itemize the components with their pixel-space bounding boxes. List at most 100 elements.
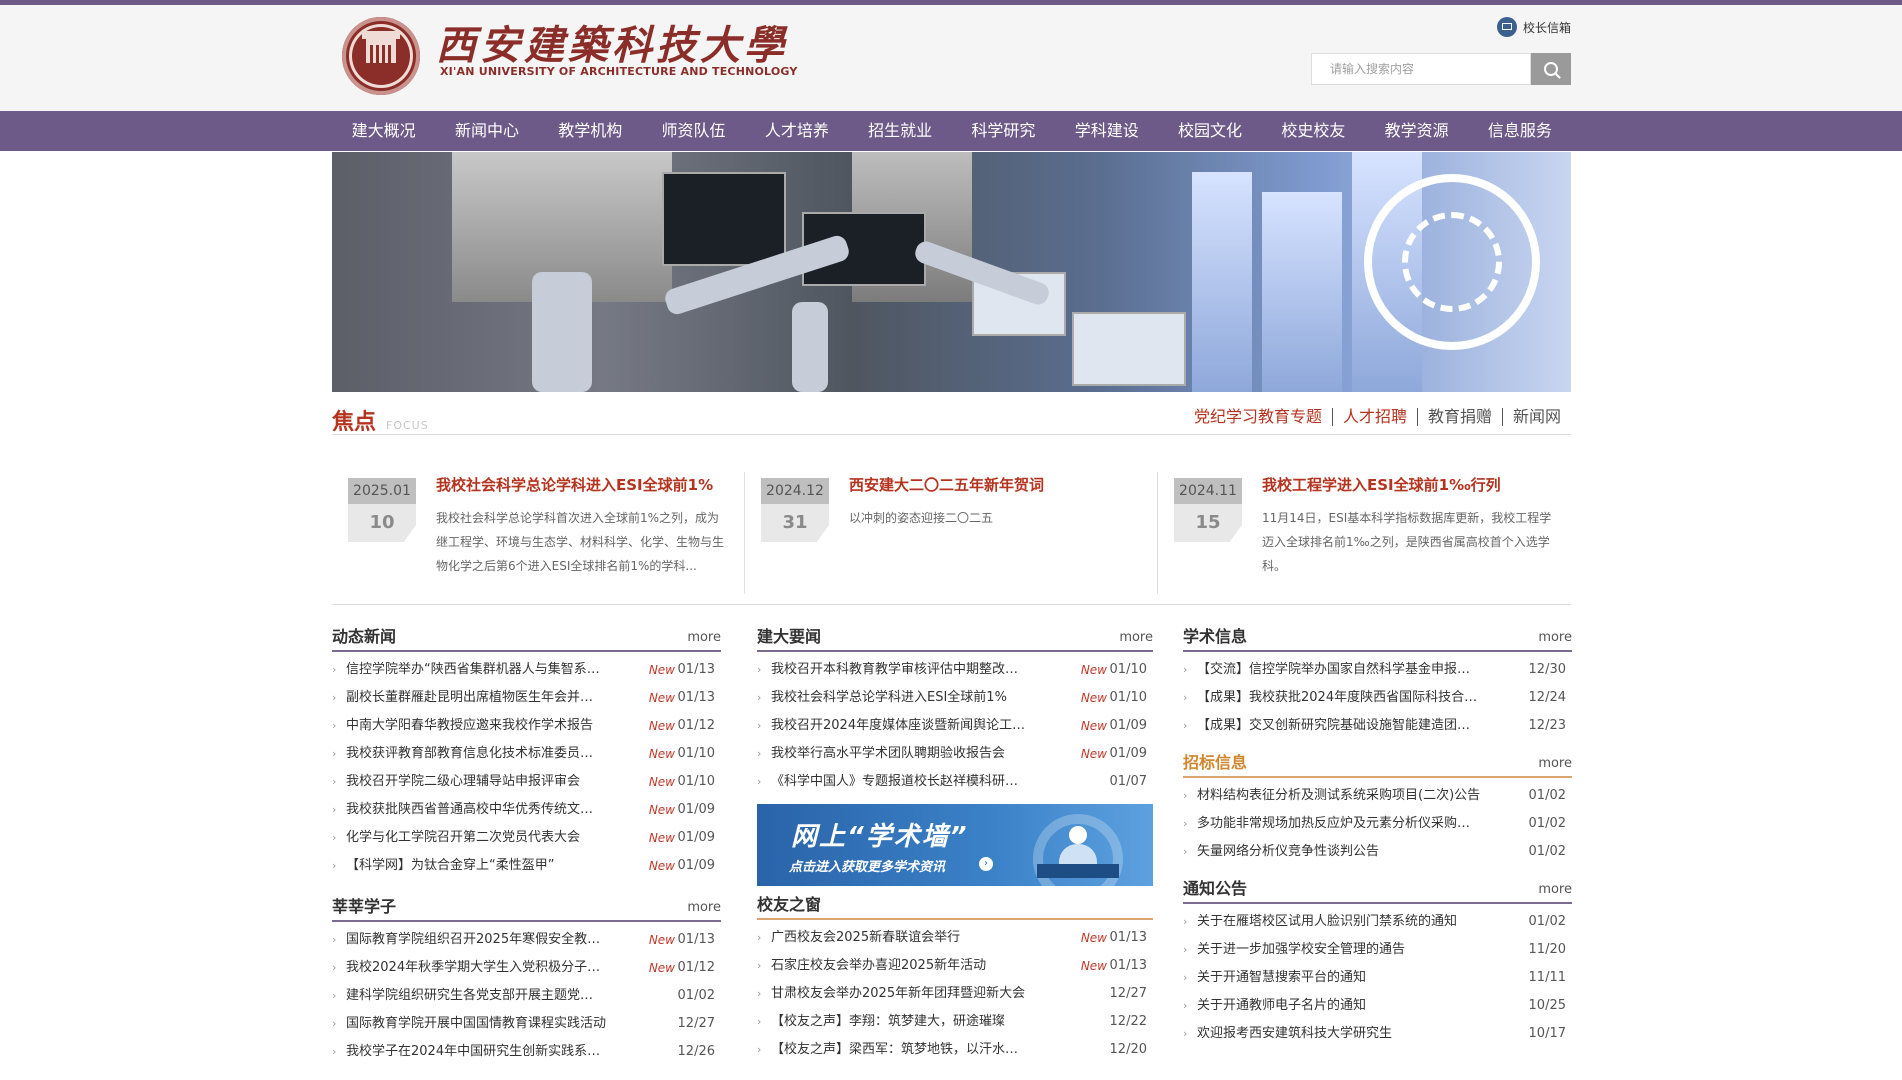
list-item[interactable]: › 《科学中国人》专题报道校长赵祥模科研团队成果 01/07 xyxy=(757,768,1153,796)
list-item[interactable]: › 我校召开本科教育教学审核评估中期整改工作推进会 New01/10 xyxy=(757,656,1153,684)
list-item[interactable]: › 我校社会科学总论学科进入ESI全球前1% New 01/10 xyxy=(757,684,1153,712)
list-item-title[interactable]: 信控学院举办“陕西省集群机器人与集智系统创新大赛” xyxy=(346,656,606,684)
nav-item-teaching-resources[interactable]: 教学资源 xyxy=(1365,111,1468,151)
list-item[interactable]: › 关于进一步加强学校安全管理的通告 11/20 xyxy=(1183,936,1572,964)
list-item-title[interactable]: 材料结构表征分析及测试系统采购项目(二次)公告 xyxy=(1197,782,1482,810)
list-item[interactable]: › 【校友之声】李翔：筑梦建大，研途璀璨 12/22 xyxy=(757,1008,1153,1036)
list-item[interactable]: › 【成果】交叉创新研究院基础设施智能建造团队成果 12/23 xyxy=(1183,712,1572,740)
focus-card[interactable]: 2024.11 15 我校工程学进入ESI全球前1‰行列 11月14日，ESI基… xyxy=(1158,470,1571,594)
more-link[interactable]: more xyxy=(687,630,721,645)
list-item[interactable]: › 【校友之声】梁西军：筑梦地铁，以汗水浇灌成长 12/20 xyxy=(757,1036,1153,1064)
focus-card-title[interactable]: 我校社会科学总论学科进入ESI全球前1% xyxy=(436,474,726,495)
list-item-title[interactable]: 我校召开2024年度媒体座谈暨新闻舆论工作表彰会 xyxy=(771,712,1031,740)
list-item[interactable]: › 建科学院组织研究生各党支部开展主题党日活动 01/02 xyxy=(332,982,721,1010)
list-item-title[interactable]: 我校召开学院二级心理辅导站申报评审会 xyxy=(346,768,606,796)
list-item[interactable]: › 副校长董群雁赴昆明出席植物医生年会并作报告 New 01/13 xyxy=(332,684,721,712)
list-item-title[interactable]: 国际教育学院开展中国国情教育课程实践活动 xyxy=(346,1010,606,1038)
list-item-title[interactable]: 【交流】信控学院举办国家自然科学基金申报交流会 xyxy=(1197,656,1482,684)
list-item-title[interactable]: 【成果】交叉创新研究院基础设施智能建造团队成果 xyxy=(1197,712,1482,740)
list-item-title[interactable]: 中南大学阳春华教授应邀来我校作学术报告 xyxy=(346,712,606,740)
list-item[interactable]: › 我校获评教育部教育信息化技术标准委员会优秀单位 New01/10 xyxy=(332,740,721,768)
list-item[interactable]: › 国际教育学院开展中国国情教育课程实践活动 12/27 xyxy=(332,1010,721,1038)
list-item[interactable]: › 石家庄校友会举办喜迎2025新年活动 New 01/13 xyxy=(757,952,1153,980)
more-link[interactable]: more xyxy=(1119,630,1153,645)
list-item[interactable]: › 我校学子在2024年中国研究生创新实践系列大赛中获佳绩 12/26 xyxy=(332,1038,721,1066)
list-item-title[interactable]: 欢迎报考西安建筑科技大学研究生 xyxy=(1197,1020,1482,1048)
list-item-title[interactable]: 副校长董群雁赴昆明出席植物医生年会并作报告 xyxy=(346,684,606,712)
nav-item-history-alumni[interactable]: 校史校友 xyxy=(1262,111,1365,151)
academic-wall-banner[interactable]: 网上“学术墙” 点击进入获取更多学术资讯 › xyxy=(757,804,1153,886)
list-item[interactable]: › 关于开通教师电子名片的通知 10/25 xyxy=(1183,992,1572,1020)
list-item-title[interactable]: 多功能非常规场加热反应炉及元素分析仪采购公告 xyxy=(1197,810,1482,838)
more-link[interactable]: more xyxy=(1538,882,1572,897)
list-item-title[interactable]: 我校获评教育部教育信息化技术标准委员会优秀单位 xyxy=(346,740,606,768)
list-item-title[interactable]: 化学与化工学院召开第二次党员代表大会 xyxy=(346,824,606,852)
list-item-title[interactable]: 我校2024年秋季学期大学生入党积极分子培训班结业 xyxy=(346,954,606,982)
list-item[interactable]: › 欢迎报考西安建筑科技大学研究生 10/17 xyxy=(1183,1020,1572,1048)
more-link[interactable]: more xyxy=(1538,630,1572,645)
list-item-title[interactable]: 甘肃校友会举办2025年新年团拜暨迎新大会 xyxy=(771,980,1031,1008)
nav-item-talent-cultivation[interactable]: 人才培养 xyxy=(745,111,848,151)
list-item-title[interactable]: 广西校友会2025新春联谊会举行 xyxy=(771,924,1031,952)
focus-card[interactable]: 2025.01 10 我校社会科学总论学科进入ESI全球前1% 我校社会科学总论… xyxy=(332,470,745,594)
list-item[interactable]: › 【科学网】为钛合金穿上“柔性盔甲” New 01/09 xyxy=(332,852,721,880)
quick-link-party-education[interactable]: 党纪学习教育专题 xyxy=(1184,408,1332,426)
list-item-title[interactable]: 我校召开本科教育教学审核评估中期整改工作推进会 xyxy=(771,656,1031,684)
list-item[interactable]: › 关于开通智慧搜索平台的通知 11/11 xyxy=(1183,964,1572,992)
nav-item-research[interactable]: 科学研究 xyxy=(952,111,1055,151)
list-item-title[interactable]: 我校获批陕西省普通高校中华优秀传统文化传承基地 xyxy=(346,796,606,824)
more-link[interactable]: more xyxy=(687,900,721,915)
list-item-title[interactable]: 【科学网】为钛合金穿上“柔性盔甲” xyxy=(346,852,606,880)
list-item[interactable]: › 信控学院举办“陕西省集群机器人与集智系统创新大赛” New01/13 xyxy=(332,656,721,684)
list-item-title[interactable]: 【校友之声】李翔：筑梦建大，研途璀璨 xyxy=(771,1008,1031,1036)
list-item-title[interactable]: 国际教育学院组织召开2025年寒假安全教育主题班会 xyxy=(346,926,606,954)
list-item[interactable]: › 我校举行高水平学术团队聘期验收报告会 New 01/09 xyxy=(757,740,1153,768)
nav-item-admissions[interactable]: 招生就业 xyxy=(848,111,951,151)
list-item-title[interactable]: 关于进一步加强学校安全管理的通告 xyxy=(1197,936,1482,964)
list-item[interactable]: › 甘肃校友会举办2025年新年团拜暨迎新大会 12/27 xyxy=(757,980,1153,1008)
list-item-title[interactable]: 关于开通教师电子名片的通知 xyxy=(1197,992,1482,1020)
focus-card-title[interactable]: 我校工程学进入ESI全球前1‰行列 xyxy=(1262,474,1552,495)
nav-item-overview[interactable]: 建大概况 xyxy=(332,111,435,151)
list-item-title[interactable]: 我校学子在2024年中国研究生创新实践系列大赛中获佳绩 xyxy=(346,1038,606,1066)
nav-item-campus-culture[interactable]: 校园文化 xyxy=(1158,111,1261,151)
list-item[interactable]: › 关于在雁塔校区试用人脸识别门禁系统的通知 01/02 xyxy=(1183,908,1572,936)
nav-item-info-services[interactable]: 信息服务 xyxy=(1468,111,1571,151)
list-item[interactable]: › 国际教育学院组织召开2025年寒假安全教育主题班会 New01/13 xyxy=(332,926,721,954)
list-item-title[interactable]: 矢量网络分析仪竞争性谈判公告 xyxy=(1197,838,1482,866)
focus-card[interactable]: 2024.12 31 西安建大二〇二五年新年贺词 以冲刺的姿态迎接二〇二五 xyxy=(745,470,1158,594)
list-item-title[interactable]: 石家庄校友会举办喜迎2025新年活动 xyxy=(771,952,1031,980)
list-item[interactable]: › 中南大学阳春华教授应邀来我校作学术报告 New 01/12 xyxy=(332,712,721,740)
list-item[interactable]: › 我校获批陕西省普通高校中华优秀传统文化传承基地 New01/09 xyxy=(332,796,721,824)
list-item-title[interactable]: 《科学中国人》专题报道校长赵祥模科研团队成果 xyxy=(771,768,1031,796)
nav-item-news-center[interactable]: 新闻中心 xyxy=(435,111,538,151)
list-item-title[interactable]: 【成果】我校获批2024年度陕西省国际科技合作基地 xyxy=(1197,684,1482,712)
quick-link-recruitment[interactable]: 人才招聘 xyxy=(1331,408,1417,426)
list-item[interactable]: › 【交流】信控学院举办国家自然科学基金申报交流会 12/30 xyxy=(1183,656,1572,684)
nav-item-disciplines[interactable]: 学科建设 xyxy=(1055,111,1158,151)
hero-banner[interactable] xyxy=(332,152,1571,392)
list-item-title[interactable]: 关于开通智慧搜索平台的通知 xyxy=(1197,964,1482,992)
quick-link-news-site[interactable]: 新闻网 xyxy=(1501,408,1571,426)
list-item[interactable]: › 我校召开学院二级心理辅导站申报评审会 New 01/10 xyxy=(332,768,721,796)
list-item-title[interactable]: 关于在雁塔校区试用人脸识别门禁系统的通知 xyxy=(1197,908,1482,936)
focus-card-title[interactable]: 西安建大二〇二五年新年贺词 xyxy=(849,474,1139,495)
list-item[interactable]: › 矢量网络分析仪竞争性谈判公告 01/02 xyxy=(1183,838,1572,866)
list-item[interactable]: › 材料结构表征分析及测试系统采购项目(二次)公告 01/02 xyxy=(1183,782,1572,810)
nav-item-faculty[interactable]: 师资队伍 xyxy=(642,111,745,151)
list-item[interactable]: › 化学与化工学院召开第二次党员代表大会 New 01/09 xyxy=(332,824,721,852)
list-item[interactable]: › 我校2024年秋季学期大学生入党积极分子培训班结业 New01/12 xyxy=(332,954,721,982)
search-input[interactable] xyxy=(1311,53,1531,85)
search-button[interactable] xyxy=(1531,53,1571,85)
principal-mailbox-link[interactable]: 校长信箱 xyxy=(1496,17,1571,37)
list-item-title[interactable]: 我校社会科学总论学科进入ESI全球前1% xyxy=(771,684,1031,712)
list-item-title[interactable]: 我校举行高水平学术团队聘期验收报告会 xyxy=(771,740,1031,768)
list-item[interactable]: › 【成果】我校获批2024年度陕西省国际科技合作基地 12/24 xyxy=(1183,684,1572,712)
list-item[interactable]: › 广西校友会2025新春联谊会举行 New 01/13 xyxy=(757,924,1153,952)
nav-item-teaching-units[interactable]: 教学机构 xyxy=(539,111,642,151)
university-seal-logo[interactable] xyxy=(342,17,420,95)
more-link[interactable]: more xyxy=(1538,756,1572,771)
logo-english-name[interactable]: XI'AN UNIVERSITY OF ARCHITECTURE AND TEC… xyxy=(440,65,798,78)
list-item-title[interactable]: 【校友之声】梁西军：筑梦地铁，以汗水浇灌成长 xyxy=(771,1036,1031,1064)
quick-link-donation[interactable]: 教育捐赠 xyxy=(1416,408,1502,426)
